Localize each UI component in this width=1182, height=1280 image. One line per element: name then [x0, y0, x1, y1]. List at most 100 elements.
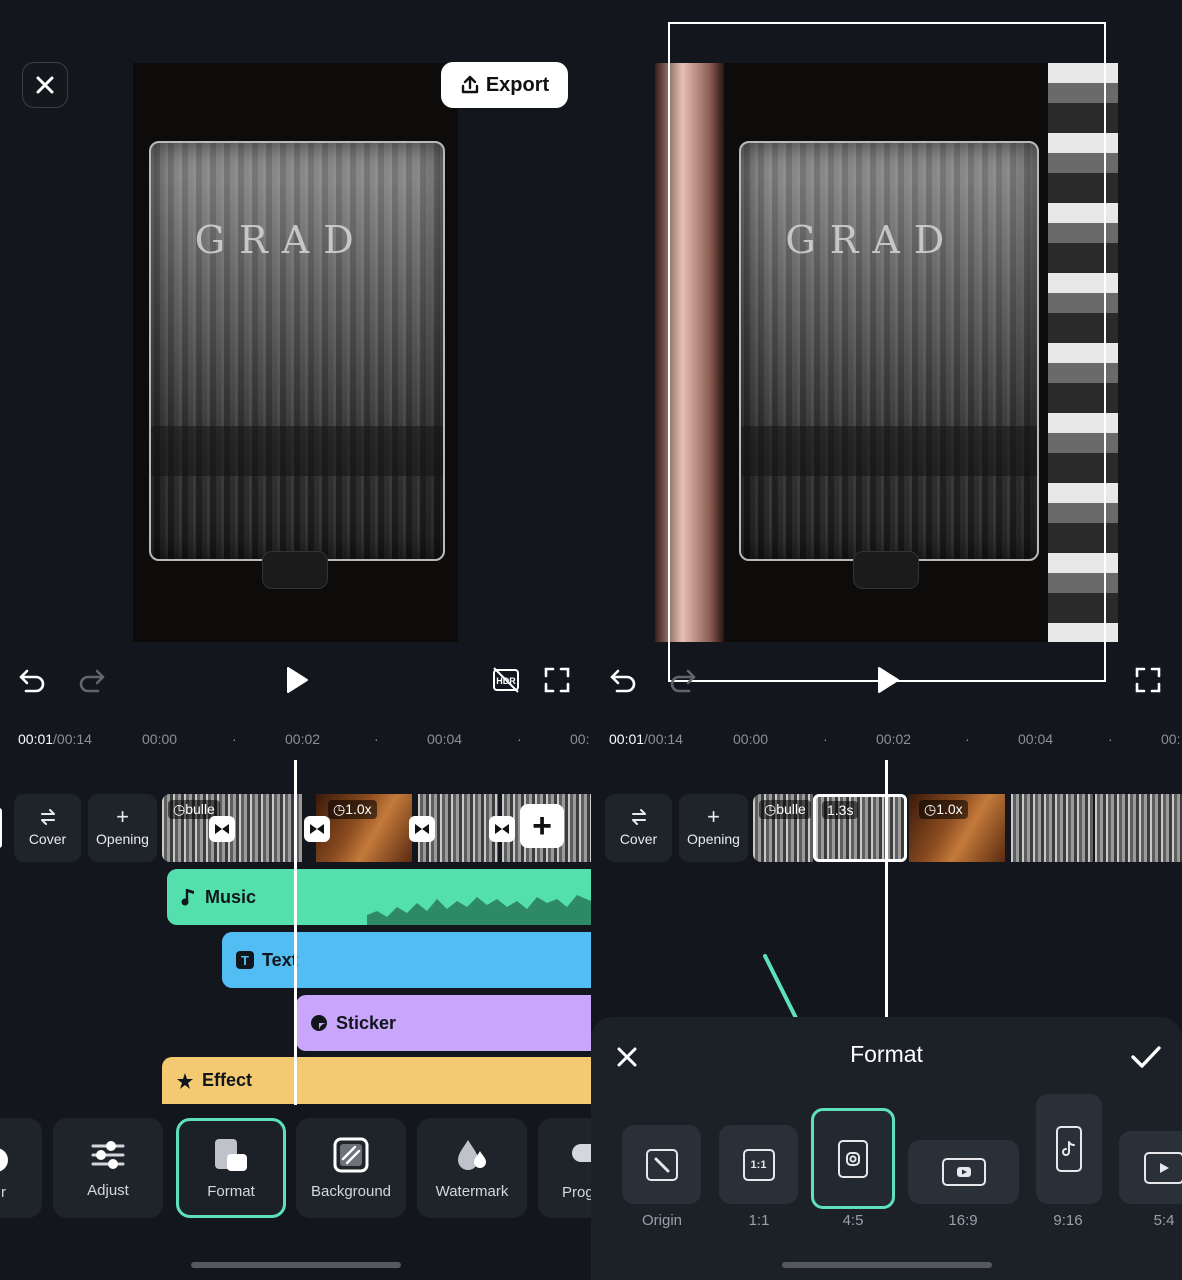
adjust-sliders-icon [91, 1140, 125, 1169]
video-frame[interactable]: GRAD [133, 63, 458, 642]
ruler-dot: · [823, 731, 828, 747]
music-track[interactable]: Music [167, 869, 591, 925]
sticker-track[interactable]: Sticker [296, 995, 591, 1051]
clip-4[interactable] [1011, 794, 1093, 862]
timecode: 00:01/00:14 [609, 731, 683, 747]
clip-2-selected[interactable]: 1.3s [813, 794, 907, 862]
tool-background[interactable]: Background [296, 1118, 406, 1218]
playhead[interactable] [294, 760, 297, 1105]
video-preview: GRAD [591, 0, 1182, 717]
tool-format-label: Format [207, 1182, 255, 1200]
clip-1-text: bulle [185, 801, 215, 817]
clip-1-text: bulle [776, 801, 806, 817]
ruler-tick: 00:02 [876, 731, 912, 747]
clip-3[interactable]: ◷1.0x [316, 794, 412, 862]
editor-screen-right: GRAD 00:01/00:14 00:00 · 00:02 · 00:04 ·… [591, 0, 1182, 1280]
transition-button[interactable] [409, 816, 435, 842]
fullscreen-icon[interactable] [544, 667, 570, 693]
add-clip-button[interactable]: + [520, 804, 564, 848]
tool-progress-label: Prog [562, 1184, 591, 1201]
text-track[interactable]: T Text [222, 932, 591, 988]
tool-adjust[interactable]: Adjust [53, 1118, 163, 1218]
ruler-tick: 00:00 [733, 731, 769, 747]
music-note-icon [181, 889, 194, 906]
export-button[interactable]: Export [441, 62, 568, 108]
tool-adjust-label: Adjust [87, 1181, 129, 1199]
ruler-tick: 00:04 [427, 731, 463, 747]
ruler-dot: · [374, 731, 379, 747]
text-icon: T [236, 951, 254, 969]
format-option-5-4[interactable] [1119, 1131, 1182, 1204]
sticker-icon [311, 1015, 327, 1031]
ruler-tick: 00:02 [285, 731, 321, 747]
clip-1-label: ◷bulle [759, 800, 811, 819]
clip-3-text: 1.0x [936, 801, 963, 817]
background-icon [333, 1137, 369, 1172]
youtube-icon [941, 1158, 986, 1186]
grad-banner: GRAD [194, 217, 368, 262]
tool-format[interactable]: Format [176, 1118, 286, 1218]
format-label-16-9: 16:9 [948, 1212, 978, 1229]
format-option-origin[interactable] [622, 1125, 701, 1204]
partial-tool-icon [0, 1148, 8, 1172]
sheet-title: Format [850, 1041, 923, 1067]
format-label-9-16: 9:16 [1053, 1212, 1083, 1229]
bottom-toolbar: r Adjust Format Background Watermark Pro… [0, 1118, 591, 1218]
ruler-dot: · [232, 731, 237, 747]
party-table [151, 425, 443, 476]
close-button[interactable] [22, 62, 68, 108]
undo-icon[interactable] [18, 666, 46, 694]
square-icon: 1:1 [742, 1148, 775, 1181]
waveform [367, 895, 591, 925]
tiktok-icon [1056, 1126, 1082, 1172]
plus-icon: + [116, 804, 129, 829]
ruler-dot: · [1108, 731, 1113, 747]
clip-1[interactable]: ◷bulle [753, 794, 813, 862]
transition-button[interactable] [209, 816, 235, 842]
opening-label: Opening [687, 831, 740, 847]
format-option-9-16[interactable] [1036, 1094, 1102, 1204]
cover-button[interactable]: Cover [605, 794, 672, 862]
ruler-dot: · [965, 731, 970, 747]
cover-label: Cover [619, 831, 658, 847]
play-icon[interactable] [284, 666, 310, 694]
clip-2-duration: 1.3s [822, 801, 859, 819]
clip-5[interactable] [1095, 794, 1182, 862]
tool-partial-label: r [1, 1184, 6, 1201]
transition-icon [415, 824, 429, 834]
clip-3[interactable]: ◷1.0x [909, 794, 1005, 862]
playhead[interactable] [885, 760, 888, 1017]
format-option-1-1[interactable]: 1:1 [719, 1125, 798, 1204]
fullscreen-icon[interactable] [1135, 667, 1161, 693]
ruler-tick: 00:00 [142, 731, 178, 747]
format-option-4-5[interactable] [811, 1108, 895, 1209]
tool-watermark[interactable]: Watermark [417, 1118, 527, 1218]
upload-icon [461, 75, 479, 94]
play-icon[interactable] [875, 666, 901, 694]
export-label: Export [485, 73, 550, 96]
format-option-16-9[interactable] [908, 1140, 1019, 1204]
tool-partial[interactable]: r [0, 1118, 42, 1218]
cover-button[interactable]: Cover [14, 794, 81, 862]
format-label-5-4: 5:4 [1153, 1212, 1175, 1229]
opening-button[interactable]: + Opening [679, 794, 748, 862]
sticker-label: Sticker [336, 1012, 397, 1033]
opening-button[interactable]: + Opening [88, 794, 157, 862]
undo-icon[interactable] [609, 666, 637, 694]
effect-star-icon [177, 1072, 193, 1089]
format-label-4-5: 4:5 [842, 1212, 864, 1229]
format-label-1-1: 1:1 [748, 1212, 770, 1229]
tool-progress[interactable]: Prog [538, 1118, 591, 1218]
hdr-off-icon[interactable]: HDR [491, 665, 521, 695]
effect-track[interactable]: Effect [162, 1057, 591, 1104]
redo-icon[interactable] [78, 666, 106, 694]
confirm-check-icon[interactable] [1131, 1045, 1161, 1069]
transition-button[interactable] [489, 816, 515, 842]
transition-icon [310, 824, 324, 834]
timecode-current: 00:01 [18, 731, 54, 747]
transition-button[interactable] [304, 816, 330, 842]
swap-icon [631, 809, 646, 825]
transition-icon [495, 824, 509, 834]
home-indicator [190, 1262, 401, 1268]
redo-icon[interactable] [669, 666, 697, 694]
